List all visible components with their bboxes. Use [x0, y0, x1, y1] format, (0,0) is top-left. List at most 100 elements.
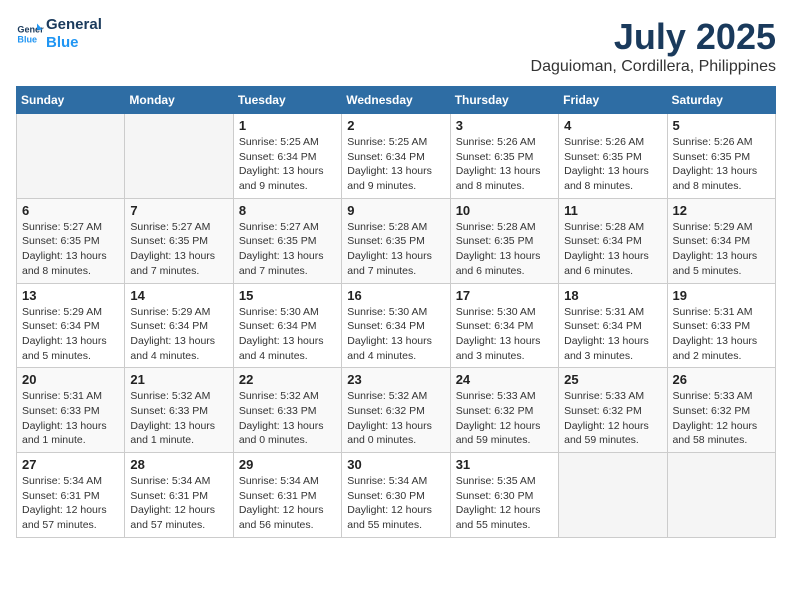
calendar-cell: 24 Sunrise: 5:33 AMSunset: 6:32 PMDaylig…	[450, 368, 558, 453]
logo: General Blue General Blue	[16, 16, 102, 52]
calendar-header: SundayMondayTuesdayWednesdayThursdayFrid…	[17, 87, 776, 114]
weekday-header: Thursday	[450, 87, 558, 114]
calendar-cell: 30 Sunrise: 5:34 AMSunset: 6:30 PMDaylig…	[342, 453, 450, 538]
day-number: 3	[456, 118, 553, 133]
calendar-cell: 22 Sunrise: 5:32 AMSunset: 6:33 PMDaylig…	[233, 368, 341, 453]
day-info: Sunrise: 5:32 AMSunset: 6:33 PMDaylight:…	[130, 389, 227, 448]
day-info: Sunrise: 5:29 AMSunset: 6:34 PMDaylight:…	[673, 220, 770, 279]
calendar-body: 1 Sunrise: 5:25 AMSunset: 6:34 PMDayligh…	[17, 114, 776, 538]
weekday-header: Sunday	[17, 87, 125, 114]
day-info: Sunrise: 5:28 AMSunset: 6:35 PMDaylight:…	[347, 220, 444, 279]
calendar-cell: 3 Sunrise: 5:26 AMSunset: 6:35 PMDayligh…	[450, 114, 558, 199]
day-number: 31	[456, 457, 553, 472]
calendar-cell: 19 Sunrise: 5:31 AMSunset: 6:33 PMDaylig…	[667, 283, 775, 368]
day-info: Sunrise: 5:26 AMSunset: 6:35 PMDaylight:…	[564, 135, 661, 194]
calendar-cell: 11 Sunrise: 5:28 AMSunset: 6:34 PMDaylig…	[559, 198, 667, 283]
day-number: 20	[22, 372, 119, 387]
day-info: Sunrise: 5:35 AMSunset: 6:30 PMDaylight:…	[456, 474, 553, 533]
day-info: Sunrise: 5:26 AMSunset: 6:35 PMDaylight:…	[673, 135, 770, 194]
day-info: Sunrise: 5:34 AMSunset: 6:30 PMDaylight:…	[347, 474, 444, 533]
month-title: July 2025	[531, 16, 776, 58]
day-info: Sunrise: 5:25 AMSunset: 6:34 PMDaylight:…	[347, 135, 444, 194]
weekday-header: Saturday	[667, 87, 775, 114]
calendar-cell: 17 Sunrise: 5:30 AMSunset: 6:34 PMDaylig…	[450, 283, 558, 368]
calendar-cell	[125, 114, 233, 199]
calendar-cell: 31 Sunrise: 5:35 AMSunset: 6:30 PMDaylig…	[450, 453, 558, 538]
calendar-cell: 15 Sunrise: 5:30 AMSunset: 6:34 PMDaylig…	[233, 283, 341, 368]
day-number: 30	[347, 457, 444, 472]
calendar-cell: 26 Sunrise: 5:33 AMSunset: 6:32 PMDaylig…	[667, 368, 775, 453]
day-info: Sunrise: 5:26 AMSunset: 6:35 PMDaylight:…	[456, 135, 553, 194]
day-info: Sunrise: 5:31 AMSunset: 6:34 PMDaylight:…	[564, 305, 661, 364]
day-info: Sunrise: 5:29 AMSunset: 6:34 PMDaylight:…	[130, 305, 227, 364]
day-info: Sunrise: 5:31 AMSunset: 6:33 PMDaylight:…	[673, 305, 770, 364]
calendar-cell: 13 Sunrise: 5:29 AMSunset: 6:34 PMDaylig…	[17, 283, 125, 368]
day-number: 5	[673, 118, 770, 133]
day-info: Sunrise: 5:33 AMSunset: 6:32 PMDaylight:…	[673, 389, 770, 448]
day-info: Sunrise: 5:27 AMSunset: 6:35 PMDaylight:…	[22, 220, 119, 279]
day-info: Sunrise: 5:34 AMSunset: 6:31 PMDaylight:…	[239, 474, 336, 533]
day-number: 24	[456, 372, 553, 387]
logo-line2: Blue	[46, 34, 102, 52]
day-number: 1	[239, 118, 336, 133]
day-info: Sunrise: 5:28 AMSunset: 6:35 PMDaylight:…	[456, 220, 553, 279]
day-number: 6	[22, 203, 119, 218]
day-number: 18	[564, 288, 661, 303]
calendar-table: SundayMondayTuesdayWednesdayThursdayFrid…	[16, 86, 776, 538]
day-info: Sunrise: 5:25 AMSunset: 6:34 PMDaylight:…	[239, 135, 336, 194]
day-number: 27	[22, 457, 119, 472]
calendar-cell: 27 Sunrise: 5:34 AMSunset: 6:31 PMDaylig…	[17, 453, 125, 538]
calendar-cell: 23 Sunrise: 5:32 AMSunset: 6:32 PMDaylig…	[342, 368, 450, 453]
day-number: 9	[347, 203, 444, 218]
logo-line1: General	[46, 16, 102, 34]
day-number: 21	[130, 372, 227, 387]
day-info: Sunrise: 5:34 AMSunset: 6:31 PMDaylight:…	[22, 474, 119, 533]
calendar-cell: 28 Sunrise: 5:34 AMSunset: 6:31 PMDaylig…	[125, 453, 233, 538]
calendar-week-row: 13 Sunrise: 5:29 AMSunset: 6:34 PMDaylig…	[17, 283, 776, 368]
day-info: Sunrise: 5:34 AMSunset: 6:31 PMDaylight:…	[130, 474, 227, 533]
title-block: July 2025 Daguioman, Cordillera, Philipp…	[531, 16, 776, 76]
weekday-header: Wednesday	[342, 87, 450, 114]
day-info: Sunrise: 5:27 AMSunset: 6:35 PMDaylight:…	[130, 220, 227, 279]
day-number: 14	[130, 288, 227, 303]
day-info: Sunrise: 5:28 AMSunset: 6:34 PMDaylight:…	[564, 220, 661, 279]
calendar-week-row: 20 Sunrise: 5:31 AMSunset: 6:33 PMDaylig…	[17, 368, 776, 453]
weekday-header: Friday	[559, 87, 667, 114]
svg-text:Blue: Blue	[17, 34, 37, 44]
calendar-cell: 2 Sunrise: 5:25 AMSunset: 6:34 PMDayligh…	[342, 114, 450, 199]
calendar-week-row: 6 Sunrise: 5:27 AMSunset: 6:35 PMDayligh…	[17, 198, 776, 283]
day-number: 7	[130, 203, 227, 218]
day-number: 17	[456, 288, 553, 303]
day-info: Sunrise: 5:33 AMSunset: 6:32 PMDaylight:…	[456, 389, 553, 448]
day-info: Sunrise: 5:32 AMSunset: 6:33 PMDaylight:…	[239, 389, 336, 448]
page-header: General Blue General Blue July 2025 Dagu…	[16, 16, 776, 76]
calendar-cell: 10 Sunrise: 5:28 AMSunset: 6:35 PMDaylig…	[450, 198, 558, 283]
calendar-cell: 20 Sunrise: 5:31 AMSunset: 6:33 PMDaylig…	[17, 368, 125, 453]
calendar-cell	[667, 453, 775, 538]
day-number: 28	[130, 457, 227, 472]
day-number: 2	[347, 118, 444, 133]
weekday-header: Monday	[125, 87, 233, 114]
calendar-week-row: 27 Sunrise: 5:34 AMSunset: 6:31 PMDaylig…	[17, 453, 776, 538]
calendar-cell: 29 Sunrise: 5:34 AMSunset: 6:31 PMDaylig…	[233, 453, 341, 538]
calendar-cell: 16 Sunrise: 5:30 AMSunset: 6:34 PMDaylig…	[342, 283, 450, 368]
calendar-week-row: 1 Sunrise: 5:25 AMSunset: 6:34 PMDayligh…	[17, 114, 776, 199]
day-number: 16	[347, 288, 444, 303]
day-info: Sunrise: 5:30 AMSunset: 6:34 PMDaylight:…	[347, 305, 444, 364]
calendar-cell: 4 Sunrise: 5:26 AMSunset: 6:35 PMDayligh…	[559, 114, 667, 199]
day-info: Sunrise: 5:27 AMSunset: 6:35 PMDaylight:…	[239, 220, 336, 279]
day-number: 25	[564, 372, 661, 387]
day-number: 26	[673, 372, 770, 387]
day-info: Sunrise: 5:30 AMSunset: 6:34 PMDaylight:…	[456, 305, 553, 364]
day-number: 10	[456, 203, 553, 218]
day-number: 8	[239, 203, 336, 218]
calendar-cell: 6 Sunrise: 5:27 AMSunset: 6:35 PMDayligh…	[17, 198, 125, 283]
day-number: 22	[239, 372, 336, 387]
calendar-cell	[17, 114, 125, 199]
calendar-cell: 18 Sunrise: 5:31 AMSunset: 6:34 PMDaylig…	[559, 283, 667, 368]
day-number: 11	[564, 203, 661, 218]
weekday-row: SundayMondayTuesdayWednesdayThursdayFrid…	[17, 87, 776, 114]
day-info: Sunrise: 5:31 AMSunset: 6:33 PMDaylight:…	[22, 389, 119, 448]
day-number: 15	[239, 288, 336, 303]
day-info: Sunrise: 5:33 AMSunset: 6:32 PMDaylight:…	[564, 389, 661, 448]
